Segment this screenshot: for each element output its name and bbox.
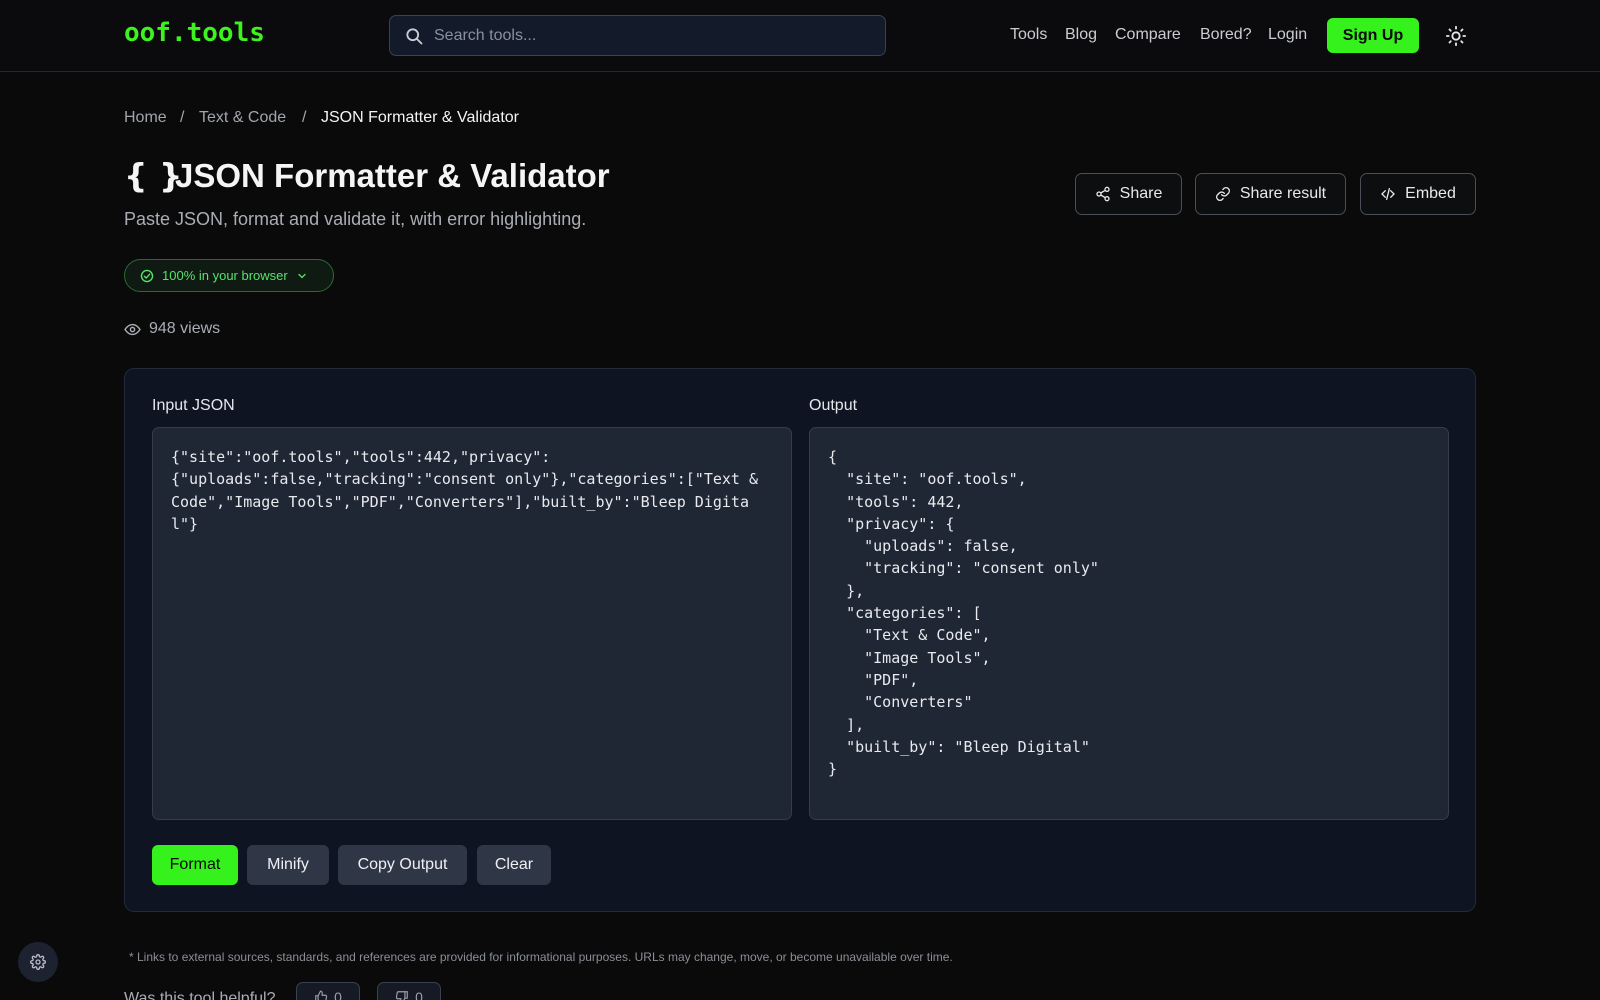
output-json-area[interactable]: { "site": "oof.tools", "tools": 442, "pr… (809, 427, 1449, 820)
embed-label: Embed (1405, 185, 1456, 202)
share-result-label: Share result (1239, 185, 1327, 202)
search-icon (406, 28, 423, 45)
page-subtitle: Paste JSON, format and validate it, with… (124, 209, 587, 229)
settings-button[interactable] (18, 942, 58, 982)
clear-button[interactable]: Clear (477, 845, 551, 885)
sign-up-button[interactable]: Sign Up (1327, 18, 1419, 53)
sun-icon[interactable] (1445, 25, 1467, 47)
nav-compare[interactable]: Compare (1115, 26, 1181, 44)
upvote-count: 0 (334, 989, 342, 1000)
external-links-footnote: * Links to external sources, standards, … (129, 950, 953, 964)
browser-privacy-badge[interactable]: 100% in your browser (124, 259, 334, 292)
code-icon (1381, 188, 1396, 200)
nav-tools[interactable]: Tools (1010, 26, 1047, 44)
chevron-down-icon (298, 273, 306, 278)
views-label: 948 views (149, 320, 221, 337)
helpful-question: Was this tool helpful? (124, 990, 276, 1000)
nav-bored[interactable]: Bored? (1200, 26, 1252, 44)
embed-button[interactable]: Embed (1360, 173, 1476, 215)
tool-panel: Input JSON Output {"site":"oof.tools","t… (124, 368, 1476, 912)
share-icon (1095, 186, 1110, 202)
link-icon (1215, 187, 1230, 201)
page-title: JSON Formatter & Validator (175, 157, 610, 194)
copy-output-button[interactable]: Copy Output (338, 845, 467, 885)
output-label: Output (809, 397, 858, 414)
breadcrumb-separator: / (302, 109, 307, 126)
gear-icon (30, 954, 46, 970)
input-label: Input JSON (152, 397, 235, 414)
badge-label: 100% in your browser (162, 268, 288, 283)
format-button[interactable]: Format (152, 845, 238, 885)
site-logo[interactable]: oof.tools (124, 18, 265, 48)
minify-button[interactable]: Minify (247, 845, 329, 885)
thumbs-up-icon (315, 990, 328, 1000)
search-box[interactable] (389, 15, 886, 56)
braces-icon: { } (124, 156, 183, 195)
eye-icon (124, 323, 141, 335)
share-button[interactable]: Share (1075, 173, 1182, 215)
breadcrumb-category[interactable]: Text & Code (199, 109, 286, 127)
thumbs-up-button[interactable]: 0 (296, 982, 360, 1000)
thumbs-down-button[interactable]: 0 (377, 982, 441, 1000)
nav-blog[interactable]: Blog (1065, 26, 1097, 44)
share-result-button[interactable]: Share result (1195, 173, 1346, 215)
search-input[interactable] (434, 16, 874, 55)
breadcrumb-current: JSON Formatter & Validator (321, 109, 519, 126)
nav-login[interactable]: Login (1268, 26, 1307, 44)
view-count: 948 views (124, 320, 220, 338)
input-json-textarea[interactable]: {"site":"oof.tools","tools":442,"privacy… (152, 427, 792, 820)
breadcrumb-separator: / (180, 109, 185, 126)
share-label: Share (1119, 185, 1163, 202)
check-circle-icon (140, 269, 154, 282)
thumbs-down-icon (395, 991, 408, 1000)
downvote-count: 0 (415, 989, 423, 1000)
top-header: oof.tools Tools Blog Compare Bored? Logi… (0, 0, 1600, 72)
breadcrumb-home[interactable]: Home (124, 109, 167, 127)
